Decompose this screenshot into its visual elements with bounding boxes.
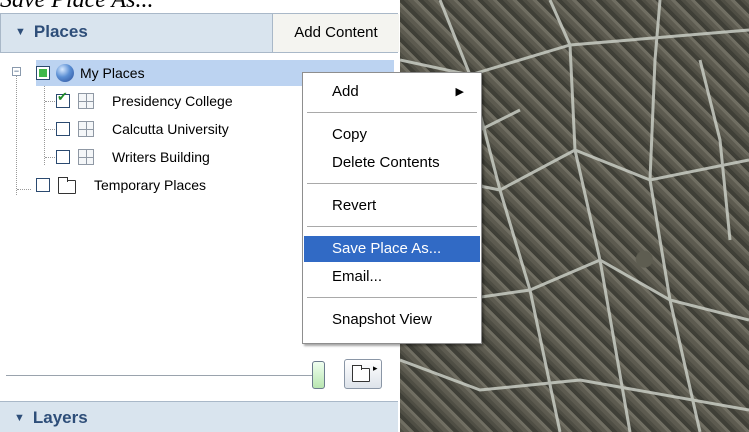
calcutta-university-checkbox[interactable] [56, 122, 70, 136]
tree-line [16, 75, 17, 195]
layers-title-label: Layers [32, 408, 88, 427]
tree-line [17, 189, 31, 190]
menu-item-label: Revert [332, 197, 377, 214]
menu-separator [307, 183, 477, 184]
menu-item-save-place-as[interactable]: Save Place As... [304, 236, 480, 262]
menu-item-label: Email... [332, 268, 383, 285]
tree-item-writers-building[interactable]: Writers Building [112, 144, 210, 170]
submenu-arrow-icon: ▸ [373, 363, 378, 373]
menu-item-add[interactable]: Add ▶ [304, 79, 480, 105]
menu-separator [307, 297, 477, 298]
collapse-expander-icon[interactable]: − [12, 67, 21, 76]
tree-line [44, 83, 45, 165]
folder-icon [58, 177, 76, 194]
context-menu: Add ▶ Copy Delete Contents Revert Save P… [302, 72, 482, 344]
tree-line [45, 129, 55, 130]
menu-item-snapshot-view[interactable]: Snapshot View [304, 307, 480, 333]
places-title-label: Places [33, 22, 88, 41]
my-places-checkbox[interactable] [36, 66, 50, 80]
caption-text: Save Place As... [0, 0, 154, 13]
placemark-icon [78, 93, 94, 109]
add-content-button[interactable]: Add Content [272, 14, 399, 52]
menu-item-email[interactable]: Email... [304, 264, 480, 290]
tree-item-label: Presidency College [112, 93, 233, 109]
submenu-arrow-icon: ▶ [455, 86, 464, 98]
tree-item-presidency-college[interactable]: Presidency College [112, 88, 233, 114]
folder-icon [352, 365, 370, 382]
menu-item-label: Delete Contents [332, 154, 440, 171]
tree-line [45, 101, 55, 102]
tree-item-label: Writers Building [112, 149, 210, 165]
menu-separator [307, 226, 477, 227]
menu-item-delete-contents[interactable]: Delete Contents [304, 150, 480, 176]
my-places-label[interactable]: My Places [80, 60, 145, 86]
places-title[interactable]: ▼ Places [15, 22, 88, 42]
tree-item-temporary-places[interactable]: Temporary Places [94, 172, 206, 198]
places-header[interactable]: ▼ Places Add Content [0, 13, 399, 53]
tree-item-calcutta-university[interactable]: Calcutta University [112, 116, 229, 142]
tree-item-label: Calcutta University [112, 121, 229, 137]
tree-line [45, 157, 55, 158]
layers-header[interactable]: ▼ Layers [0, 401, 398, 432]
menu-item-label: Copy [332, 126, 368, 143]
menu-separator [307, 112, 477, 113]
my-places-globe-icon [56, 64, 74, 82]
tree-item-label: Temporary Places [94, 177, 207, 193]
menu-item-label: Snapshot View [332, 311, 432, 328]
presidency-college-checkbox[interactable] [56, 89, 70, 108]
opacity-slider-bar: ▸ [0, 355, 398, 395]
slider-thumb[interactable] [312, 361, 325, 389]
collapse-triangle-icon[interactable]: ▼ [14, 412, 25, 424]
placemark-icon [78, 149, 94, 165]
menu-item-label: Add [332, 83, 359, 100]
caption: Save Place As... [0, 0, 400, 13]
collapse-triangle-icon[interactable]: ▼ [15, 26, 26, 38]
slider-track[interactable] [6, 375, 314, 377]
temporary-places-checkbox[interactable] [36, 178, 50, 192]
my-places-label-text: My Places [80, 65, 145, 81]
menu-item-label: Save Place As... [332, 240, 442, 257]
layers-title[interactable]: ▼ Layers [14, 408, 88, 428]
menu-item-revert[interactable]: Revert [304, 193, 480, 219]
folder-options-button[interactable]: ▸ [344, 359, 382, 389]
menu-item-copy[interactable]: Copy [304, 122, 480, 148]
placemark-icon [78, 121, 94, 137]
writers-building-checkbox[interactable] [56, 150, 70, 164]
